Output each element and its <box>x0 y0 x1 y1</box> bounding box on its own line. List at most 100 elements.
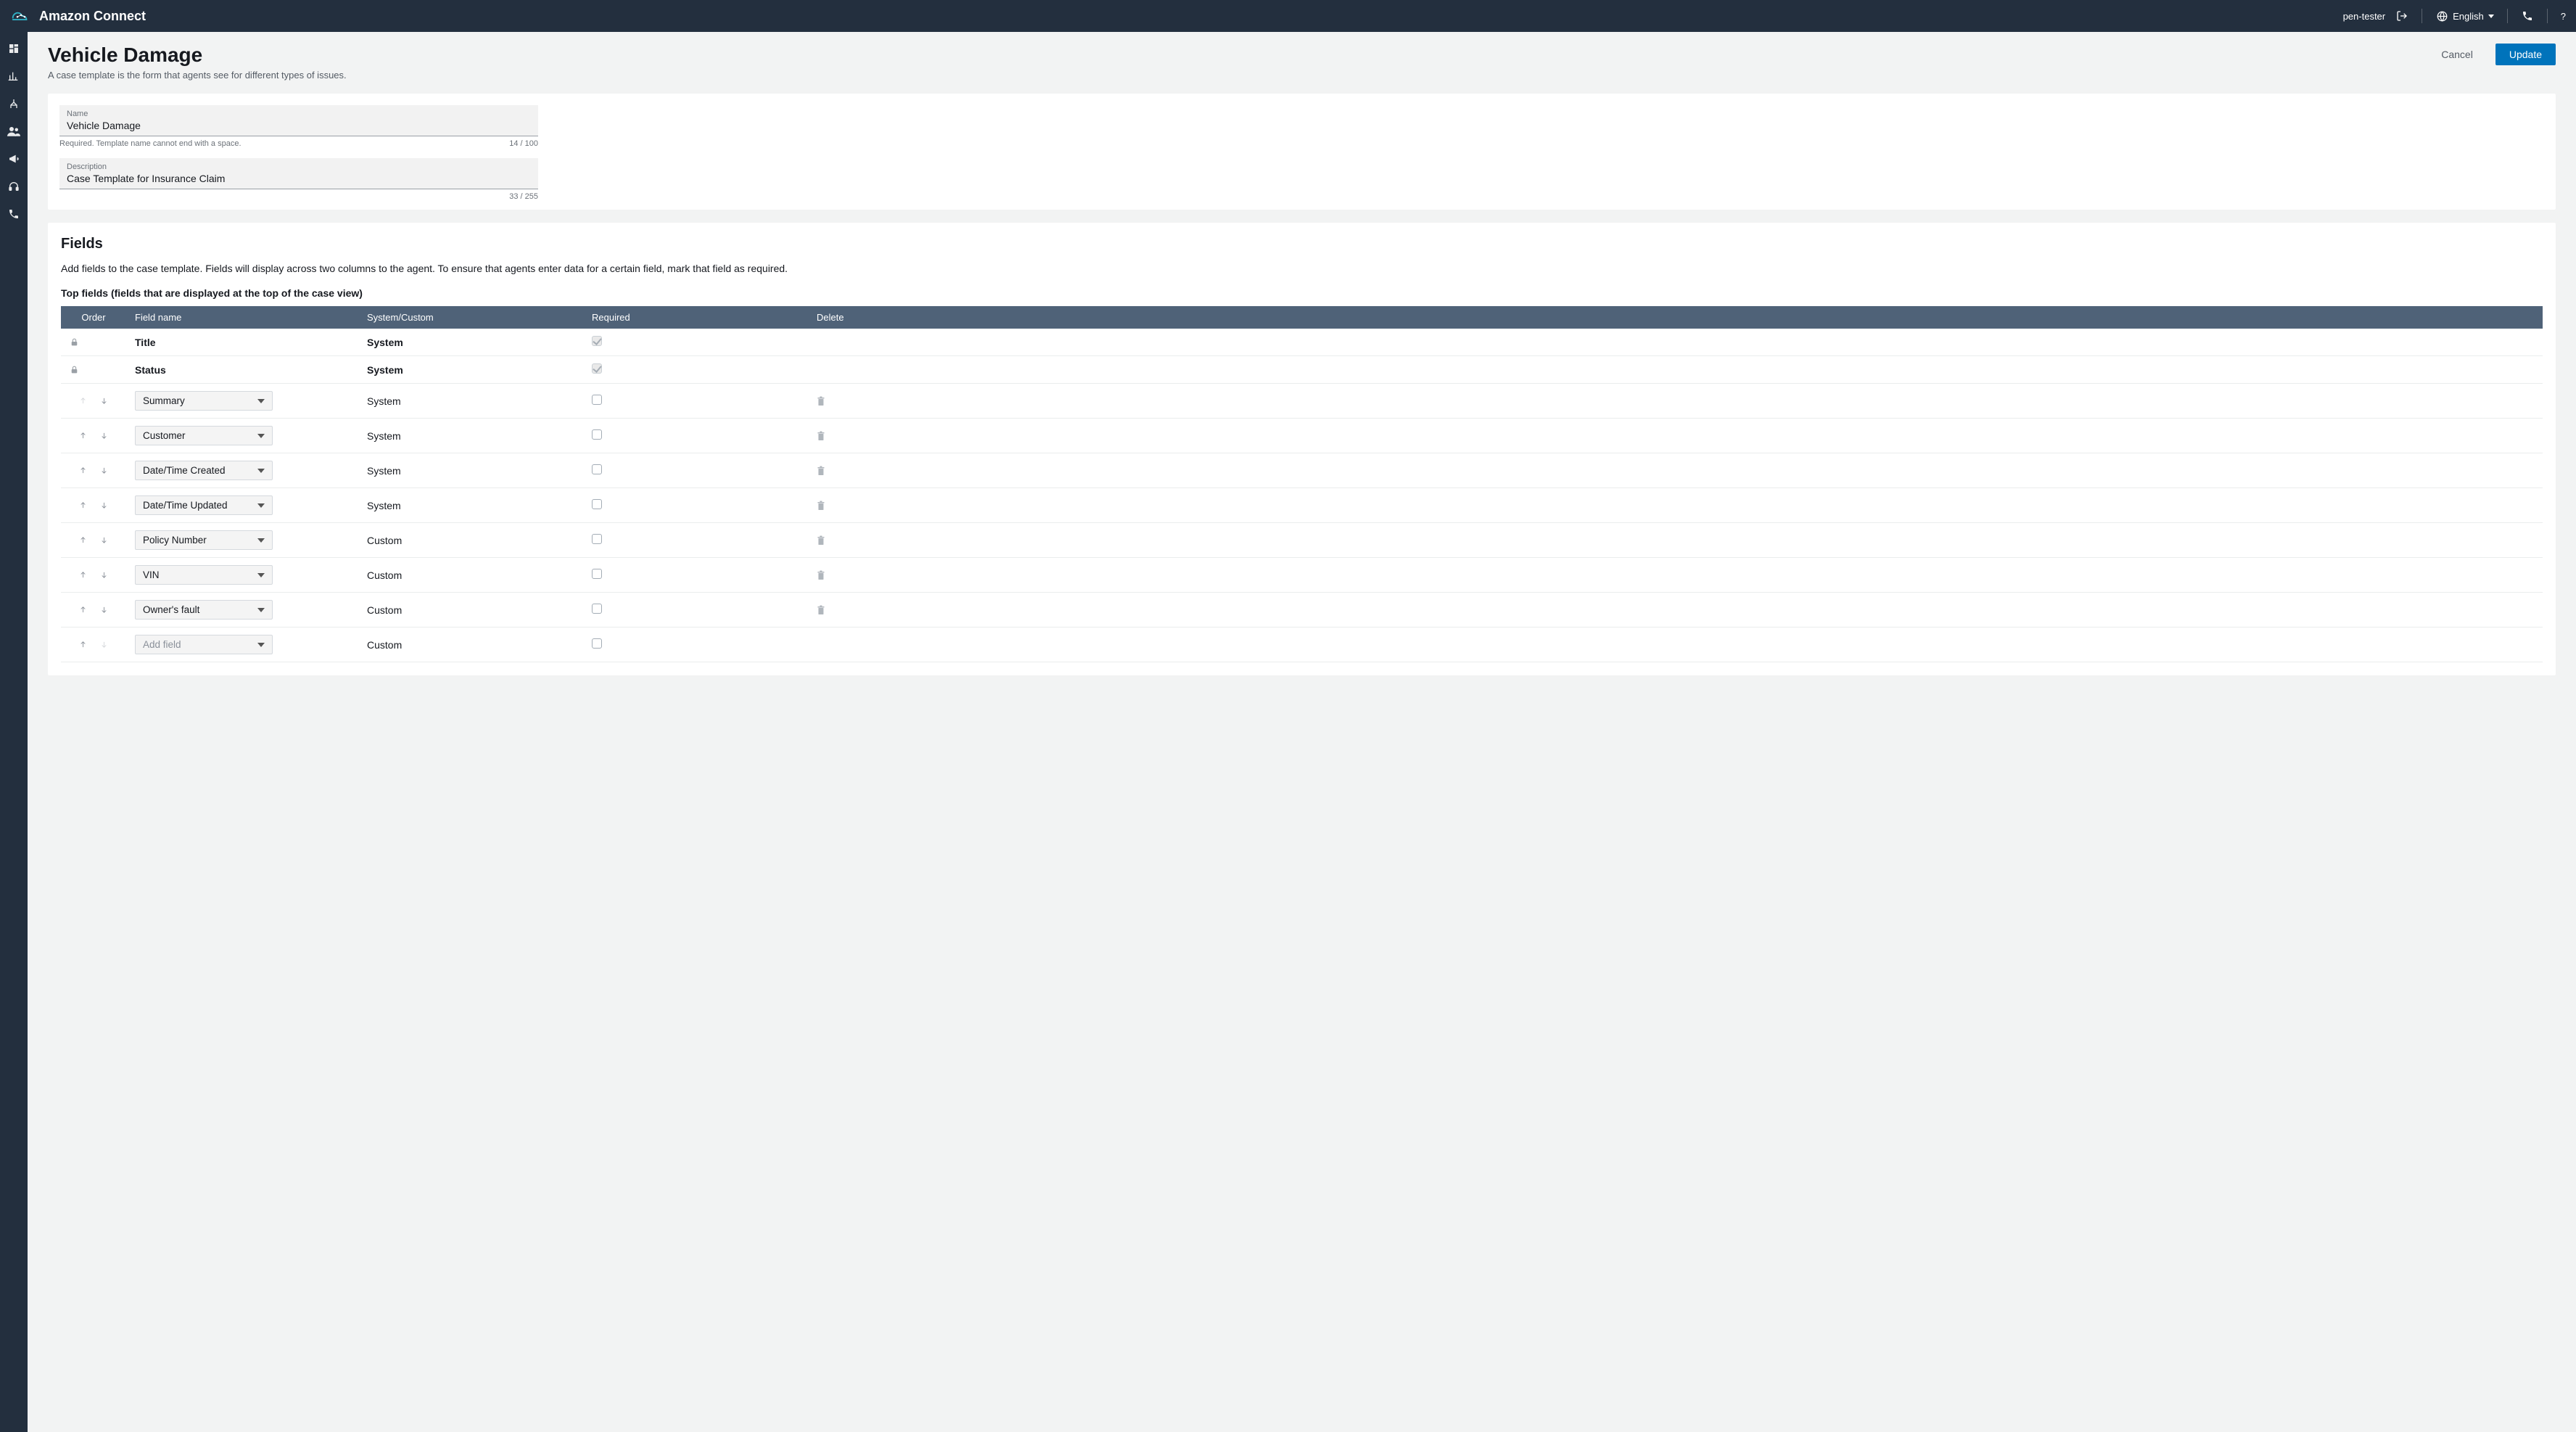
lock-icon <box>61 356 126 384</box>
field-name-label: VIN <box>143 569 160 580</box>
delete-cell-empty <box>808 627 2543 662</box>
col-order: Order <box>61 306 126 329</box>
field-type: System <box>358 384 583 419</box>
field-name-select[interactable]: VIN <box>135 565 273 585</box>
required-checkbox[interactable] <box>592 604 602 614</box>
table-row: Date/Time CreatedSystem <box>61 453 2543 488</box>
delete-icon[interactable] <box>808 453 2543 488</box>
table-row: StatusSystem <box>61 356 2543 384</box>
field-name-select[interactable]: Policy Number <box>135 530 273 550</box>
description-counter: 33 / 255 <box>509 192 538 201</box>
field-name-select[interactable]: Summary <box>135 391 273 411</box>
move-up-icon[interactable] <box>79 466 87 474</box>
required-checkbox[interactable] <box>592 499 602 509</box>
field-name-select[interactable]: Owner's fault <box>135 600 273 620</box>
delete-icon[interactable] <box>808 384 2543 419</box>
chevron-down-icon <box>2488 15 2494 18</box>
headset-icon[interactable] <box>7 180 20 193</box>
announce-icon[interactable] <box>7 152 20 165</box>
field-name-select[interactable]: Date/Time Created <box>135 461 273 480</box>
delete-icon[interactable] <box>808 419 2543 453</box>
top-fields-title: Top fields (fields that are displayed at… <box>61 287 2543 299</box>
description-value: Case Template for Insurance Claim <box>67 173 531 184</box>
col-required: Required <box>583 306 808 329</box>
routing-icon[interactable] <box>7 97 20 110</box>
name-value: Vehicle Damage <box>67 120 531 131</box>
help-icon[interactable]: ? <box>2561 11 2566 22</box>
field-name-label: Add field <box>143 639 181 650</box>
field-type: System <box>358 329 583 356</box>
name-field[interactable]: Name Vehicle Damage <box>59 105 538 136</box>
page-title: Vehicle Damage <box>48 44 347 67</box>
move-up-icon[interactable] <box>79 536 87 544</box>
users-icon[interactable] <box>7 125 20 138</box>
required-checkbox[interactable] <box>592 395 602 405</box>
move-down-icon[interactable] <box>100 466 108 474</box>
move-down-icon[interactable] <box>100 432 108 440</box>
field-name-label: Customer <box>143 430 186 441</box>
language-label: English <box>2453 11 2484 22</box>
delete-icon[interactable] <box>808 488 2543 523</box>
chevron-down-icon <box>257 399 265 403</box>
move-down-icon[interactable] <box>100 501 108 509</box>
required-checkbox[interactable] <box>592 534 602 544</box>
description-label: Description <box>67 162 531 171</box>
move-down-icon[interactable] <box>100 397 108 405</box>
move-up-icon[interactable] <box>79 501 87 509</box>
move-up-icon[interactable] <box>79 641 87 649</box>
move-up-icon[interactable] <box>79 432 87 440</box>
field-name-select[interactable]: Customer <box>135 426 273 445</box>
table-row: Policy NumberCustom <box>61 523 2543 558</box>
table-row: Date/Time UpdatedSystem <box>61 488 2543 523</box>
move-down-icon[interactable] <box>100 606 108 614</box>
connect-logo-icon <box>10 7 32 25</box>
top-fields-table: Order Field name System/Custom Required … <box>61 306 2543 662</box>
phone-nav-icon[interactable] <box>7 207 20 221</box>
fields-description: Add fields to the case template. Fields … <box>61 263 2543 274</box>
required-checkbox <box>592 363 602 374</box>
move-down-icon[interactable] <box>100 571 108 579</box>
cancel-button[interactable]: Cancel <box>2427 44 2487 65</box>
required-checkbox[interactable] <box>592 638 602 649</box>
move-up-icon[interactable] <box>79 606 87 614</box>
chevron-down-icon <box>257 469 265 473</box>
table-row: Add fieldCustom <box>61 627 2543 662</box>
col-name: Field name <box>126 306 358 329</box>
chevron-down-icon <box>257 503 265 508</box>
move-up-icon[interactable] <box>79 571 87 579</box>
field-type: System <box>358 419 583 453</box>
main-content: Vehicle Damage A case template is the fo… <box>28 32 2576 1432</box>
logout-icon[interactable] <box>2395 9 2408 22</box>
move-down-icon[interactable] <box>100 536 108 544</box>
field-name-select[interactable]: Date/Time Updated <box>135 495 273 515</box>
col-delete: Delete <box>808 306 2543 329</box>
table-row: VIN Custom <box>61 558 2543 593</box>
delete-icon[interactable] <box>808 558 2543 593</box>
col-system: System/Custom <box>358 306 583 329</box>
update-button[interactable]: Update <box>2496 44 2556 65</box>
field-type: Custom <box>358 558 583 593</box>
field-name-label: Policy Number <box>143 535 207 546</box>
table-row: TitleSystem <box>61 329 2543 356</box>
chevron-down-icon <box>257 573 265 577</box>
field-name-label: Owner's fault <box>143 604 199 615</box>
dashboard-icon[interactable] <box>7 42 20 55</box>
phone-icon[interactable] <box>2521 9 2534 22</box>
required-checkbox[interactable] <box>592 464 602 474</box>
username: pen-tester <box>2343 11 2386 22</box>
field-name-label: Date/Time Created <box>143 465 226 476</box>
delete-icon[interactable] <box>808 593 2543 627</box>
name-label: Name <box>67 110 531 118</box>
field-name-select[interactable]: Add field <box>135 635 273 654</box>
delete-icon[interactable] <box>808 523 2543 558</box>
table-row: Summary System <box>61 384 2543 419</box>
description-field[interactable]: Description Case Template for Insurance … <box>59 158 538 189</box>
metrics-icon[interactable] <box>7 70 20 83</box>
required-checkbox[interactable] <box>592 429 602 440</box>
delete-cell-empty <box>808 329 2543 356</box>
required-checkbox[interactable] <box>592 569 602 579</box>
chevron-down-icon <box>257 608 265 612</box>
field-name-static: Title <box>126 329 358 356</box>
language-selector[interactable]: English <box>2435 9 2494 22</box>
table-row: Owner's faultCustom <box>61 593 2543 627</box>
